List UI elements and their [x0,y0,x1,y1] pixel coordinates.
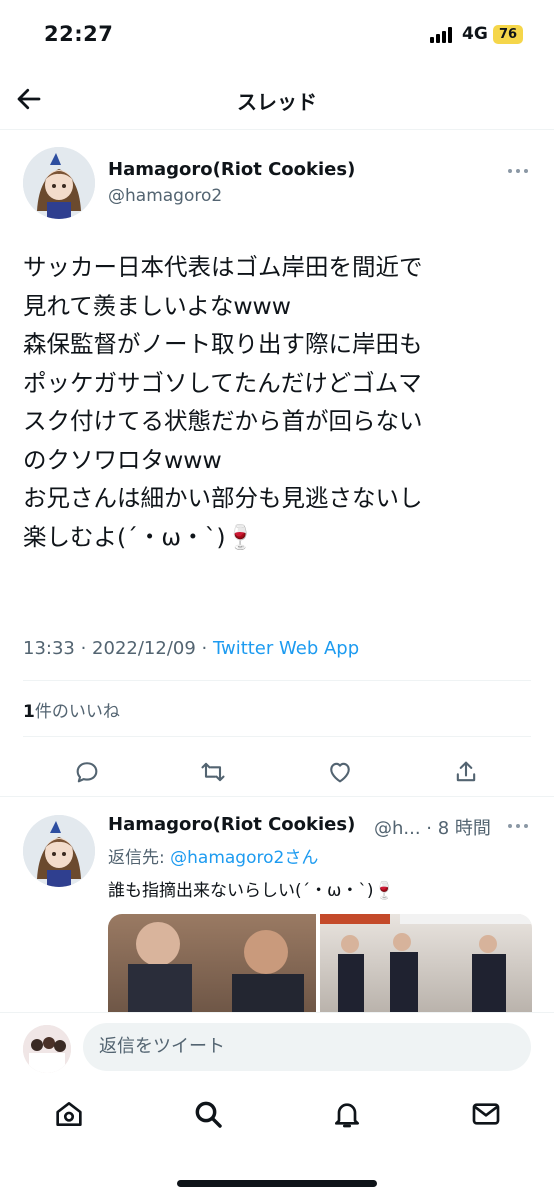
reply-to-mention[interactable]: @hamagoro2 [170,848,284,868]
share-icon[interactable] [452,758,480,786]
tweet-text-line: 楽しむよ(´・ω・`)🍷 [23,522,255,551]
reply-to-line: 返信先: @hamagoro2さん [108,843,318,868]
divider [23,680,531,681]
reply-author-handle[interactable]: @h... · 8 時間 [374,814,491,840]
reply-to-prefix: 返信先: [108,848,171,868]
author-handle[interactable]: @hamagoro2 [108,186,222,206]
likes-count-row[interactable]: 1件のいいね [23,697,120,722]
more-options-icon[interactable] [506,821,530,833]
status-bar: 22:27 4G 76 [0,0,554,70]
likes-label: 件のいいね [34,702,120,722]
reply-header: Hamagoro(Riot Cookies) @h... · 8 時間 [108,814,528,839]
tweet-meta: 13:33 · 2022/12/09 · Twitter Web App [23,638,359,659]
home-icon[interactable] [53,1098,85,1130]
tweet-text-line: スク付けてる状態だから首が回らない [23,407,423,435]
battery-icon: 76 [493,25,523,44]
more-options-icon[interactable] [506,166,530,178]
network-type: 4G [462,24,488,44]
search-icon[interactable] [192,1098,224,1130]
tweet-text-line: ポッケガサゴソしてたんだけどゴムマ [23,368,422,397]
reply-to-suffix: さん [284,848,319,868]
reply-photo-1[interactable] [108,914,316,1012]
messages-icon[interactable] [470,1098,502,1130]
reply-author-name[interactable]: Hamagoro(Riot Cookies) [108,814,355,835]
top-nav-header: スレッド [0,70,554,130]
signal-icon [430,27,456,43]
page-title: スレッド [237,90,317,114]
author-name[interactable]: Hamagoro(Riot Cookies) [108,159,355,180]
tweet-text-line: 森保監督がノート取り出す際に岸田も [23,330,423,358]
retweet-icon[interactable] [199,758,227,786]
reply-media[interactable] [108,914,532,1012]
tweet-source-link[interactable]: Twitter Web App [213,638,359,659]
tweet-text-line: お兄さんは細かい部分も見逃さないし [23,484,423,512]
notifications-icon[interactable] [331,1098,363,1130]
like-icon[interactable] [326,758,354,786]
reply-icon[interactable] [73,758,101,786]
tweet-text: サッカー日本代表はゴム岸田を間近で 見れて羨ましいよなwww 森保監督がノート取… [23,248,533,556]
likes-count: 1 [23,702,35,722]
tweet-text-line: サッカー日本代表はゴム岸田を間近で [23,253,423,281]
tweet-text-line: 見れて羨ましいよなwww [23,291,291,320]
tweet-text-line: のクソワロタwww [23,445,222,474]
tweet-timestamp: 13:33 · 2022/12/09 · [23,638,213,659]
author-avatar[interactable] [23,147,95,219]
tweet-actions [0,750,554,796]
bottom-tab-bar [0,1084,554,1199]
reply-author-avatar[interactable] [23,815,95,887]
status-time: 22:27 [44,22,114,46]
reply-text: 誰も指摘出来ないらしい(´・ω・`)🍷 [108,881,395,901]
reply-composer-bar: 返信をツイート [0,1012,554,1084]
own-avatar[interactable] [23,1025,71,1073]
reply-input[interactable]: 返信をツイート [83,1023,531,1071]
home-indicator [177,1180,377,1187]
reply-photo-2[interactable] [320,914,532,1012]
reply-tweet[interactable]: Hamagoro(Riot Cookies) @h... · 8 時間 返信先:… [0,797,554,1012]
divider [23,736,531,737]
